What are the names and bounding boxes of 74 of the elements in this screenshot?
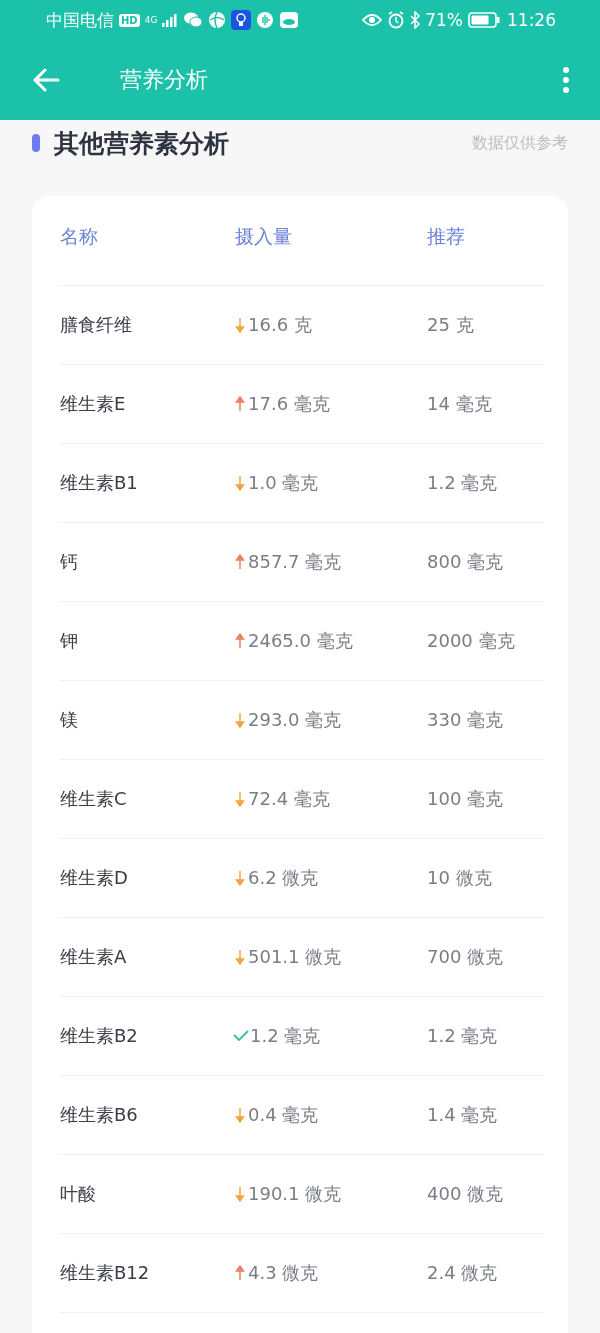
disclaimer-note: 数据仅供参考	[472, 132, 568, 154]
down-arrow-icon	[235, 475, 245, 491]
column-header: 摄入量	[235, 224, 293, 249]
hd-badge: HD	[119, 13, 140, 27]
up-arrow-icon	[235, 1265, 245, 1281]
table-cell: 10 微克	[427, 866, 492, 890]
table-cell-text: 维生素D	[60, 866, 129, 890]
checkmark-icon	[233, 1030, 249, 1042]
table-cell: 700 微克	[427, 945, 504, 969]
down-arrow-icon	[235, 1186, 245, 1202]
up-arrow-icon	[235, 554, 245, 570]
down-arrow-icon	[235, 1107, 245, 1123]
up-arrow-icon	[235, 633, 245, 649]
column-header: 名称	[60, 224, 99, 249]
clock-time: 11:26	[507, 10, 556, 30]
down-arrow-icon	[235, 791, 245, 807]
table-cell-text: 叶酸	[60, 1182, 97, 1206]
table-cell: 330 毫克	[427, 708, 504, 732]
globe-icon	[208, 11, 227, 29]
carrier-name: 中国电信	[46, 8, 114, 32]
bluetooth-icon	[410, 11, 421, 29]
table-cell: 16.6 克	[248, 313, 312, 337]
table-cell-text: 膳食纤维	[60, 313, 133, 337]
table-cell: 4.3 微克	[248, 1261, 319, 1285]
table-cell: 2.4 微克	[427, 1261, 498, 1285]
table-cell: 190.1 微克	[248, 1182, 342, 1206]
table-cell: 501.1 微克	[248, 945, 342, 969]
down-arrow-icon	[235, 317, 245, 333]
table-cell: 72.4 毫克	[248, 787, 330, 811]
table-cell-text: 维生素B2	[60, 1024, 139, 1048]
down-arrow-icon	[235, 712, 245, 728]
more-button[interactable]	[562, 66, 570, 94]
table-cell: 1.2 毫克	[250, 1024, 321, 1048]
table-cell: 17.6 毫克	[248, 392, 330, 416]
table-cell: 6.2 微克	[248, 866, 319, 890]
table-cell: 2000 毫克	[427, 629, 515, 653]
table-cell: 800 毫克	[427, 550, 504, 574]
table-cell-text: 维生素B6	[60, 1103, 139, 1127]
table-cell: 857.7 毫克	[248, 550, 342, 574]
table-cell-text: 钙	[60, 550, 79, 574]
column-header: 推荐	[427, 224, 465, 249]
down-arrow-icon	[235, 949, 245, 965]
alarm-icon	[387, 11, 406, 29]
up-arrow-icon	[235, 396, 245, 412]
table-cell-text: 维生素E	[60, 392, 127, 416]
table-cell: 0.4 毫克	[248, 1103, 319, 1127]
back-button[interactable]	[32, 68, 60, 92]
table-cell: 400 微克	[427, 1182, 504, 1206]
table-cell: 25 克	[427, 313, 474, 337]
table-cell: 293.0 毫克	[248, 708, 342, 732]
lightbulb-icon	[231, 10, 252, 30]
network-type: 4G	[144, 15, 158, 25]
table-cell: 1.4 毫克	[427, 1103, 498, 1127]
table-cell: 1.2 毫克	[427, 471, 498, 495]
section-marker	[32, 134, 40, 152]
screen-title: 营养分析	[120, 66, 208, 94]
table-cell: 2465.0 毫克	[248, 629, 353, 653]
table-cell-text: 钾	[60, 629, 79, 653]
section-title: 其他营养素分析	[54, 127, 229, 160]
signal-icon	[162, 13, 179, 27]
table-cell-text: 维生素A	[60, 945, 128, 969]
table-cell: 1.2 毫克	[427, 1024, 498, 1048]
eye-icon	[362, 13, 383, 27]
chat-icon	[183, 11, 204, 29]
table-cell-text: 维生素B12	[60, 1261, 151, 1285]
battery-icon	[468, 12, 500, 28]
down-arrow-icon	[235, 870, 245, 886]
table-cell-text: 维生素B1	[60, 471, 139, 495]
table-cell: 100 毫克	[427, 787, 504, 811]
table-cell-text: 镁	[60, 708, 79, 732]
battery-percent: 71%	[425, 10, 463, 30]
table-cell: 14 毫克	[427, 392, 492, 416]
table-cell: 1.0 毫克	[248, 471, 319, 495]
table-cell-text: 维生素C	[60, 787, 128, 811]
